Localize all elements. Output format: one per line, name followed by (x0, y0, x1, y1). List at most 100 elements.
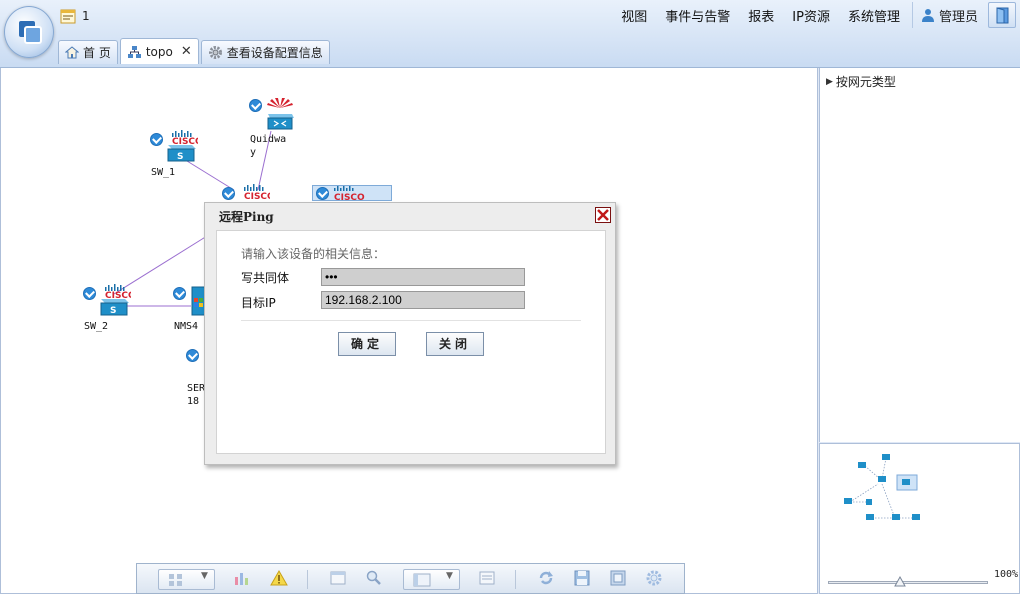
community-label: 写共同体 (241, 271, 290, 285)
notice-icon (60, 9, 76, 23)
home-icon (65, 46, 79, 59)
logo-icon (19, 21, 42, 44)
node-quidway[interactable]: Quidwa y (249, 96, 301, 160)
window-icon (330, 571, 346, 585)
zoom-level-label: 100% (994, 569, 1019, 580)
floppy-icon (574, 570, 590, 586)
chevron-down-icon: ▼ (446, 571, 453, 581)
node-quidway-label: Quidwa y (250, 134, 287, 158)
list-icon (479, 571, 495, 585)
server-icon (191, 286, 205, 316)
node-sw2-label: SW_2 (84, 321, 109, 332)
image-icon (610, 570, 626, 586)
tab-topo[interactable]: topo ✕ (119, 38, 199, 64)
gear-icon (208, 46, 222, 59)
node-sw2[interactable]: CISCO S SW_2 (83, 284, 135, 334)
overview-panel: 100% (819, 443, 1020, 594)
settings-button[interactable] (645, 569, 665, 589)
save-button[interactable] (573, 569, 593, 589)
logout-button[interactable] (988, 2, 1016, 28)
app-header: 1 视图 事件与告警 报表 IP资源 系统管理 管理员 首 页 topo ✕ 查… (0, 0, 1020, 68)
close-icon (597, 209, 609, 221)
zoom-slider-track[interactable] (828, 581, 988, 584)
svg-text:CISCO: CISCO (334, 193, 365, 201)
gear-icon (646, 570, 662, 586)
huawei-switch-icon (267, 98, 294, 130)
node-nms4-label: NMS4 (174, 321, 199, 332)
status-ok-icon (83, 287, 96, 300)
device-tree-panel: ▶ 按网元类型 (819, 68, 1020, 442)
dialog-close-button[interactable] (595, 207, 611, 223)
alarm-button[interactable] (270, 569, 290, 589)
notice-count: 1 (82, 9, 90, 23)
status-ok-icon (173, 287, 186, 300)
view-dropdown[interactable]: ▼ (403, 569, 460, 590)
statistics-button[interactable] (233, 569, 253, 589)
status-ok-icon (150, 133, 163, 146)
tab-device-config[interactable]: 查看设备配置信息 (200, 40, 330, 64)
topology-overview-map[interactable] (820, 444, 1019, 564)
toolbar-separator (515, 570, 516, 589)
menu-view[interactable]: 视图 (621, 6, 647, 25)
node-selected-device[interactable]: CISCO (312, 185, 392, 201)
community-input[interactable] (321, 268, 525, 286)
tab-close-icon[interactable]: ✕ (181, 44, 192, 59)
cisco-switch-icon: CISCO (244, 184, 270, 202)
target-ip-label: 目标IP (241, 296, 276, 310)
node-sw1[interactable]: CISCO S SW_1 (150, 130, 202, 180)
menu-ip-resources[interactable]: IP资源 (792, 6, 830, 25)
menu-reports[interactable]: 报表 (748, 6, 774, 25)
layout-dropdown[interactable]: ▼ (158, 569, 215, 590)
toolbar-separator (307, 570, 308, 589)
dialog-body: 请输入该设备的相关信息： 写共同体 目标IP 确定 关闭 (216, 230, 606, 454)
tab-bar: 首 页 topo ✕ 查看设备配置信息 (58, 38, 332, 64)
cisco-logo-icon: CISCO (334, 186, 365, 201)
status-ok-icon (249, 99, 262, 112)
user-name: 管理员 (939, 9, 979, 25)
notice-indicator[interactable]: 1 (60, 7, 90, 25)
bar-chart-icon (235, 573, 248, 585)
menu-events-alarms[interactable]: 事件与告警 (665, 6, 730, 25)
menu-system-management[interactable]: 系统管理 (848, 6, 900, 25)
refresh-button[interactable] (537, 569, 557, 589)
main-menu: 视图 事件与告警 报表 IP资源 系统管理 (603, 4, 900, 26)
panel-button[interactable] (329, 569, 349, 589)
svg-text:S: S (110, 306, 116, 316)
chevron-down-icon: ▼ (201, 571, 208, 581)
tab-topo-label: topo (145, 44, 173, 59)
tab-home-label: 首 页 (83, 46, 111, 60)
chevron-right-icon[interactable]: ▶ (826, 77, 833, 87)
tree-node-by-type[interactable]: ▶ 按网元类型 (826, 73, 896, 90)
export-button[interactable] (609, 569, 629, 589)
ok-button[interactable]: 确定 (338, 332, 396, 356)
list-button[interactable] (478, 569, 498, 589)
node-core-switch[interactable]: CISCO (222, 184, 274, 204)
tab-home[interactable]: 首 页 (58, 40, 118, 64)
target-ip-input[interactable] (321, 291, 525, 309)
zoom-slider-thumb[interactable] (894, 576, 906, 587)
search-icon (366, 570, 381, 585)
status-ok-icon (186, 349, 199, 362)
form-divider (241, 320, 581, 321)
app-logo[interactable] (4, 6, 54, 58)
close-button[interactable]: 关闭 (426, 332, 484, 356)
refresh-icon (539, 571, 553, 585)
warning-icon (270, 569, 288, 586)
dialog-title: 远程Ping (219, 210, 274, 224)
user-icon (922, 9, 934, 22)
svg-text:CISCO: CISCO (244, 192, 270, 202)
view-icon (413, 573, 431, 587)
topology-icon (127, 45, 141, 58)
search-button[interactable] (365, 569, 385, 589)
svg-text:S: S (177, 152, 183, 162)
door-icon (996, 7, 1009, 24)
user-menu[interactable]: 管理员 (912, 2, 984, 28)
topology-toolbar: ▼ ▼ (136, 563, 685, 594)
tab-device-config-label: 查看设备配置信息 (226, 46, 323, 60)
remote-ping-dialog: 远程Ping 请输入该设备的相关信息： 写共同体 目标IP 确定 关闭 (204, 202, 616, 465)
node-sw1-label: SW_1 (151, 167, 176, 178)
tree-node-label: 按网元类型 (835, 75, 896, 89)
layout-icon (169, 574, 182, 586)
status-ok-icon (222, 187, 235, 200)
cisco-switch-icon: CISCO S (167, 130, 198, 162)
